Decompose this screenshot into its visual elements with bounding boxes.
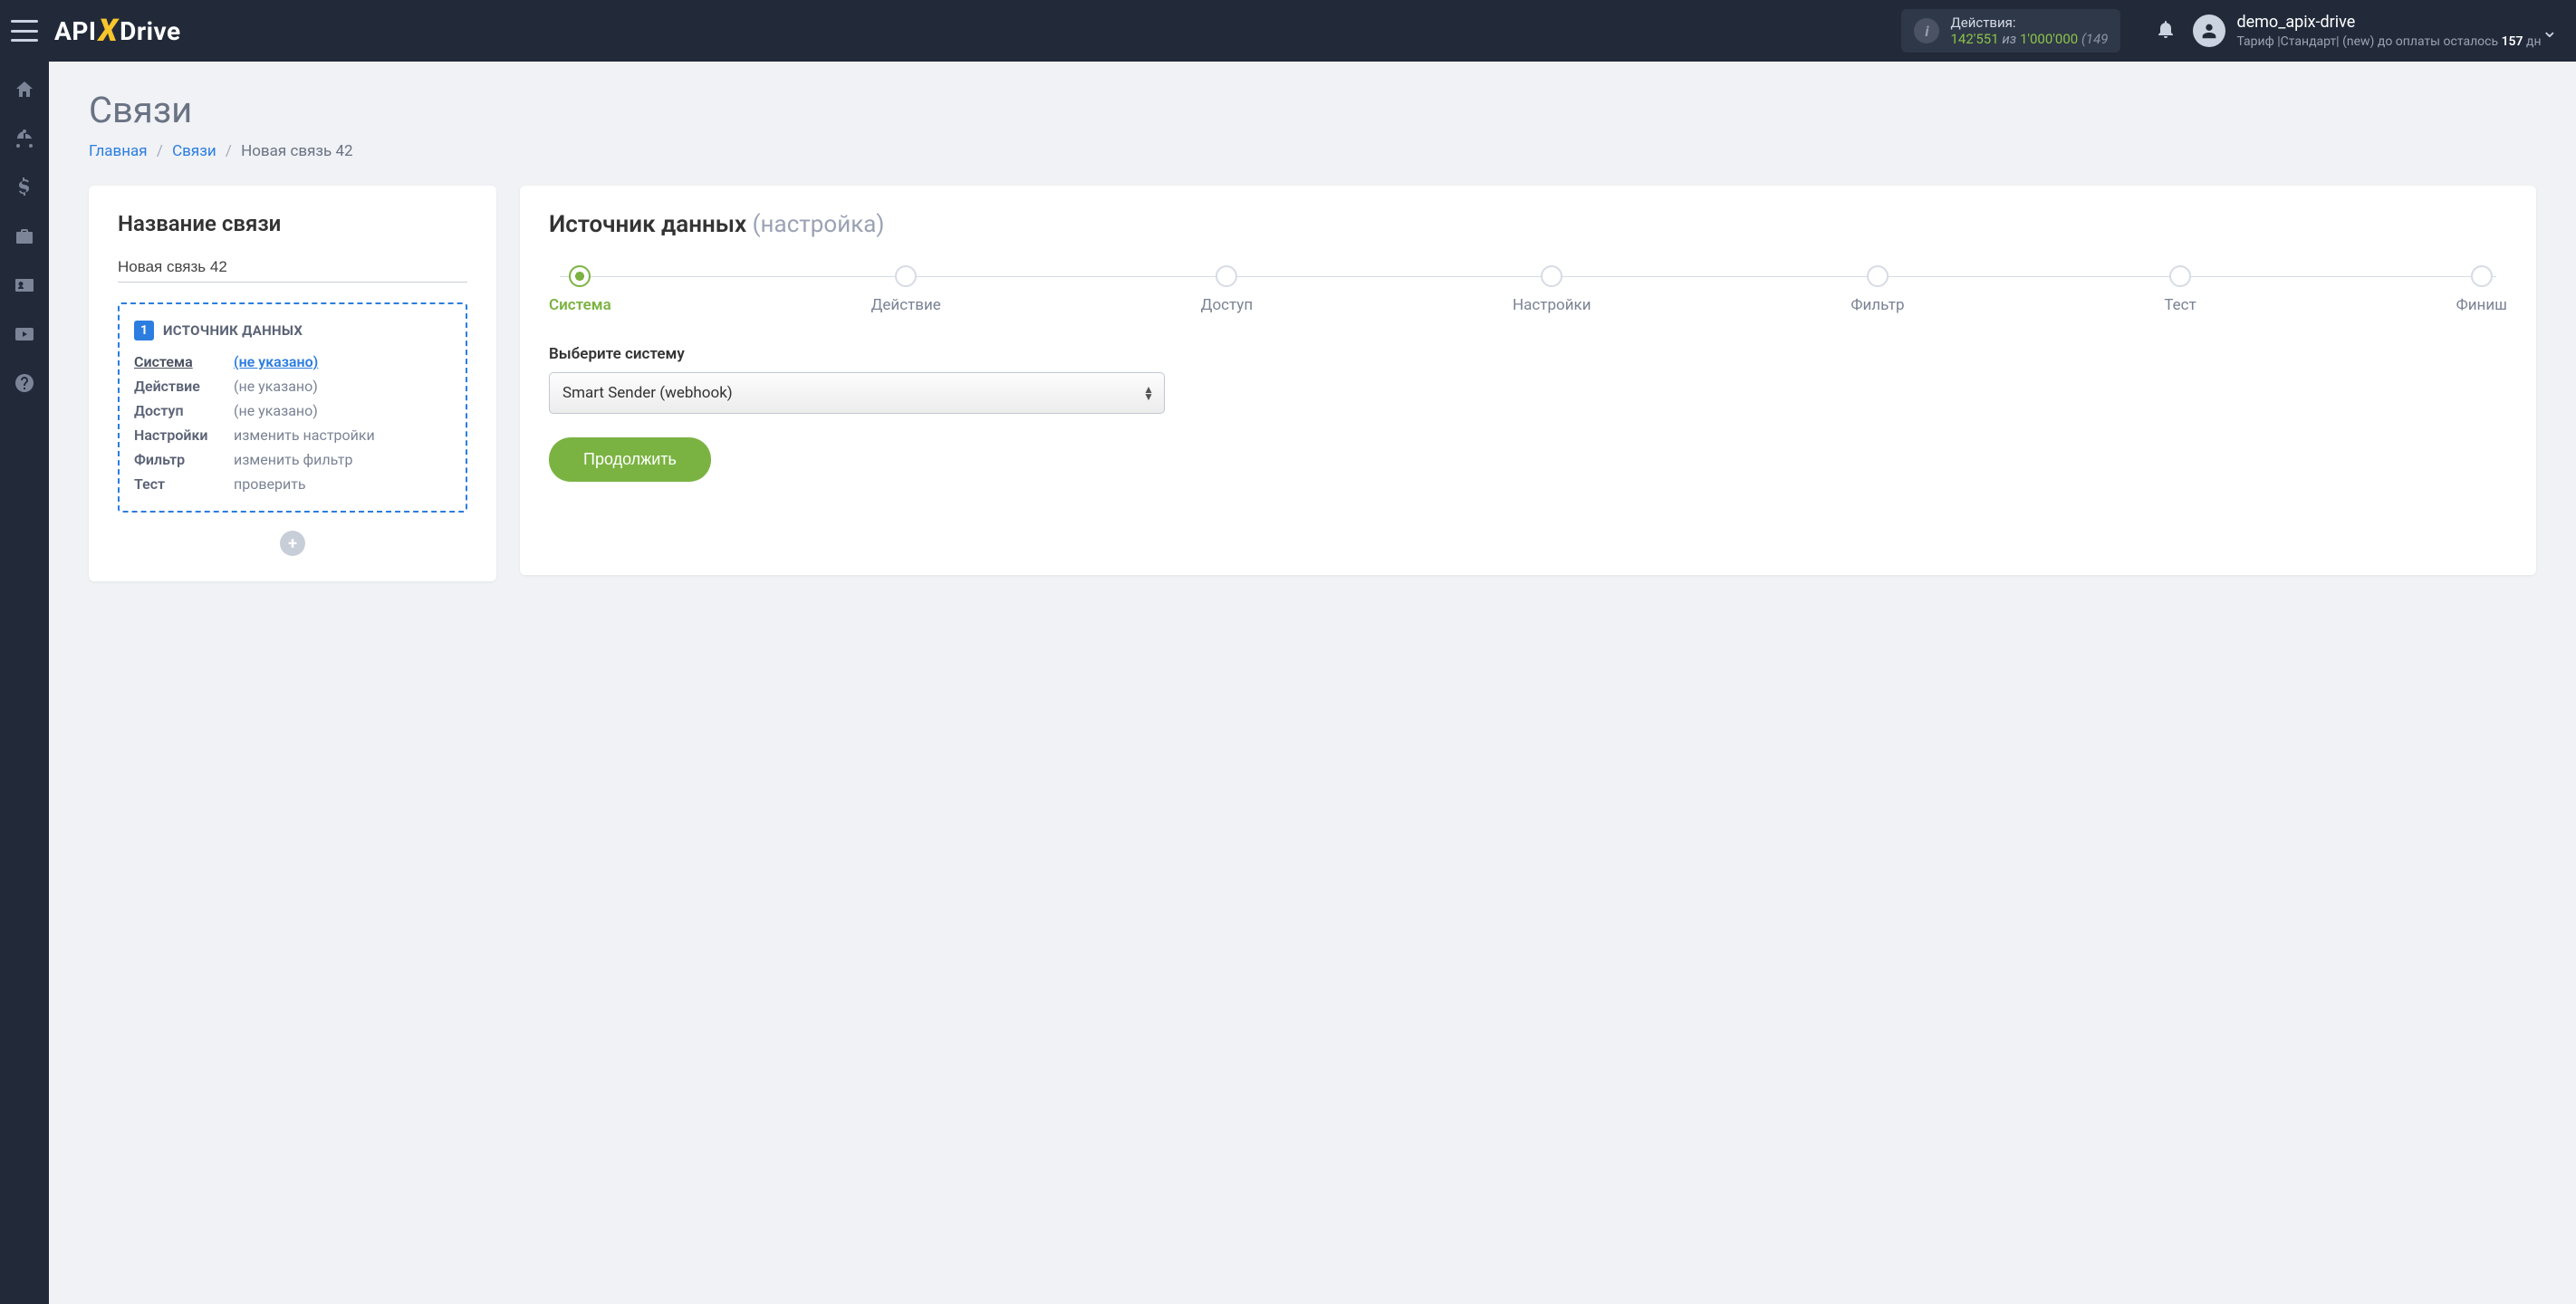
content-area: Связи Главная / Связи / Новая связь 42 Н… bbox=[49, 62, 2576, 1304]
briefcase-icon[interactable] bbox=[13, 225, 36, 248]
step-action[interactable]: Действие bbox=[871, 265, 941, 314]
row-filter-val[interactable]: изменить фильтр bbox=[234, 451, 451, 468]
row-settings-key: Настройки bbox=[134, 427, 234, 444]
video-icon[interactable] bbox=[13, 322, 36, 346]
actions-of: из bbox=[2002, 31, 2016, 47]
source-block-title: ИСТОЧНИК ДАННЫХ bbox=[163, 322, 303, 339]
username: demo_apix-drive bbox=[2236, 12, 2541, 33]
topbar: APIXDrive i Действия: 142'551 из 1'000'0… bbox=[0, 0, 2576, 62]
page-title: Связи bbox=[89, 89, 2536, 131]
actions-counter[interactable]: i Действия: 142'551 из 1'000'000 (149 bbox=[1901, 9, 2120, 53]
home-icon[interactable] bbox=[13, 78, 36, 101]
row-access-val: (не указано) bbox=[234, 402, 451, 419]
tariff-line: Тариф |Стандарт| (new) до оплаты осталос… bbox=[2236, 34, 2541, 50]
crumb-current: Новая связь 42 bbox=[241, 142, 352, 160]
row-test-val[interactable]: проверить bbox=[234, 475, 451, 493]
source-setup-card: Источник данных (настройка) Система Дейс… bbox=[520, 186, 2536, 575]
select-system-label: Выберите систему bbox=[549, 345, 2507, 363]
row-filter-key: Фильтр bbox=[134, 451, 234, 468]
actions-extra: (149 bbox=[2081, 31, 2109, 47]
logo[interactable]: APIXDrive bbox=[54, 13, 181, 49]
step-filter[interactable]: Фильтр bbox=[1850, 265, 1904, 314]
step-system[interactable]: Система bbox=[549, 265, 611, 314]
user-menu[interactable]: demo_apix-drive Тариф |Стандарт| (new) д… bbox=[2193, 12, 2541, 50]
breadcrumb: Главная / Связи / Новая связь 42 bbox=[89, 142, 2536, 160]
connection-name-input[interactable] bbox=[118, 253, 467, 283]
crumb-links[interactable]: Связи bbox=[172, 142, 216, 160]
row-action-key: Действие bbox=[134, 378, 234, 395]
billing-icon[interactable] bbox=[13, 176, 36, 199]
connection-name-card: Название связи 1 ИСТОЧНИК ДАННЫХ Система… bbox=[89, 186, 496, 581]
step-finish[interactable]: Финиш bbox=[2456, 265, 2507, 314]
connections-icon[interactable] bbox=[13, 127, 36, 150]
system-select[interactable]: Smart Sender (webhook) bbox=[549, 372, 1165, 414]
continue-button[interactable]: Продолжить bbox=[549, 437, 711, 482]
right-card-heading: Источник данных (настройка) bbox=[549, 211, 2507, 238]
row-test-key: Тест bbox=[134, 475, 234, 493]
select-arrows-icon: ▲▼ bbox=[1143, 386, 1154, 400]
menu-toggle[interactable] bbox=[11, 20, 38, 42]
row-system-key[interactable]: Система bbox=[134, 353, 234, 370]
row-system-val[interactable]: (не указано) bbox=[234, 353, 451, 370]
sidebar bbox=[0, 62, 49, 1304]
actions-total: 1'000'000 bbox=[2020, 31, 2078, 47]
actions-count: 142'551 bbox=[1950, 31, 1998, 47]
actions-label: Действия: bbox=[1950, 14, 2108, 31]
step-access[interactable]: Доступ bbox=[1201, 265, 1254, 314]
step-test[interactable]: Тест bbox=[2164, 265, 2196, 314]
crumb-home[interactable]: Главная bbox=[89, 142, 148, 160]
wizard-stepper: Система Действие Доступ Настройки bbox=[549, 265, 2507, 314]
info-icon: i bbox=[1914, 18, 1939, 43]
source-config-box: 1 ИСТОЧНИК ДАННЫХ Система (не указано) Д… bbox=[118, 302, 467, 513]
id-card-icon[interactable] bbox=[13, 273, 36, 297]
row-action-val: (не указано) bbox=[234, 378, 451, 395]
row-settings-val[interactable]: изменить настройки bbox=[234, 427, 451, 444]
chevron-down-icon[interactable]: ⌄ bbox=[2542, 20, 2558, 43]
step-settings[interactable]: Настройки bbox=[1513, 265, 1591, 314]
avatar-icon bbox=[2193, 14, 2225, 47]
add-block-button[interactable]: + bbox=[280, 531, 305, 556]
system-select-value: Smart Sender (webhook) bbox=[562, 384, 733, 402]
left-card-heading: Название связи bbox=[118, 211, 467, 236]
source-block-number: 1 bbox=[134, 321, 154, 340]
notifications-icon[interactable] bbox=[2155, 18, 2177, 43]
row-access-key: Доступ bbox=[134, 402, 234, 419]
help-icon[interactable] bbox=[13, 371, 36, 395]
